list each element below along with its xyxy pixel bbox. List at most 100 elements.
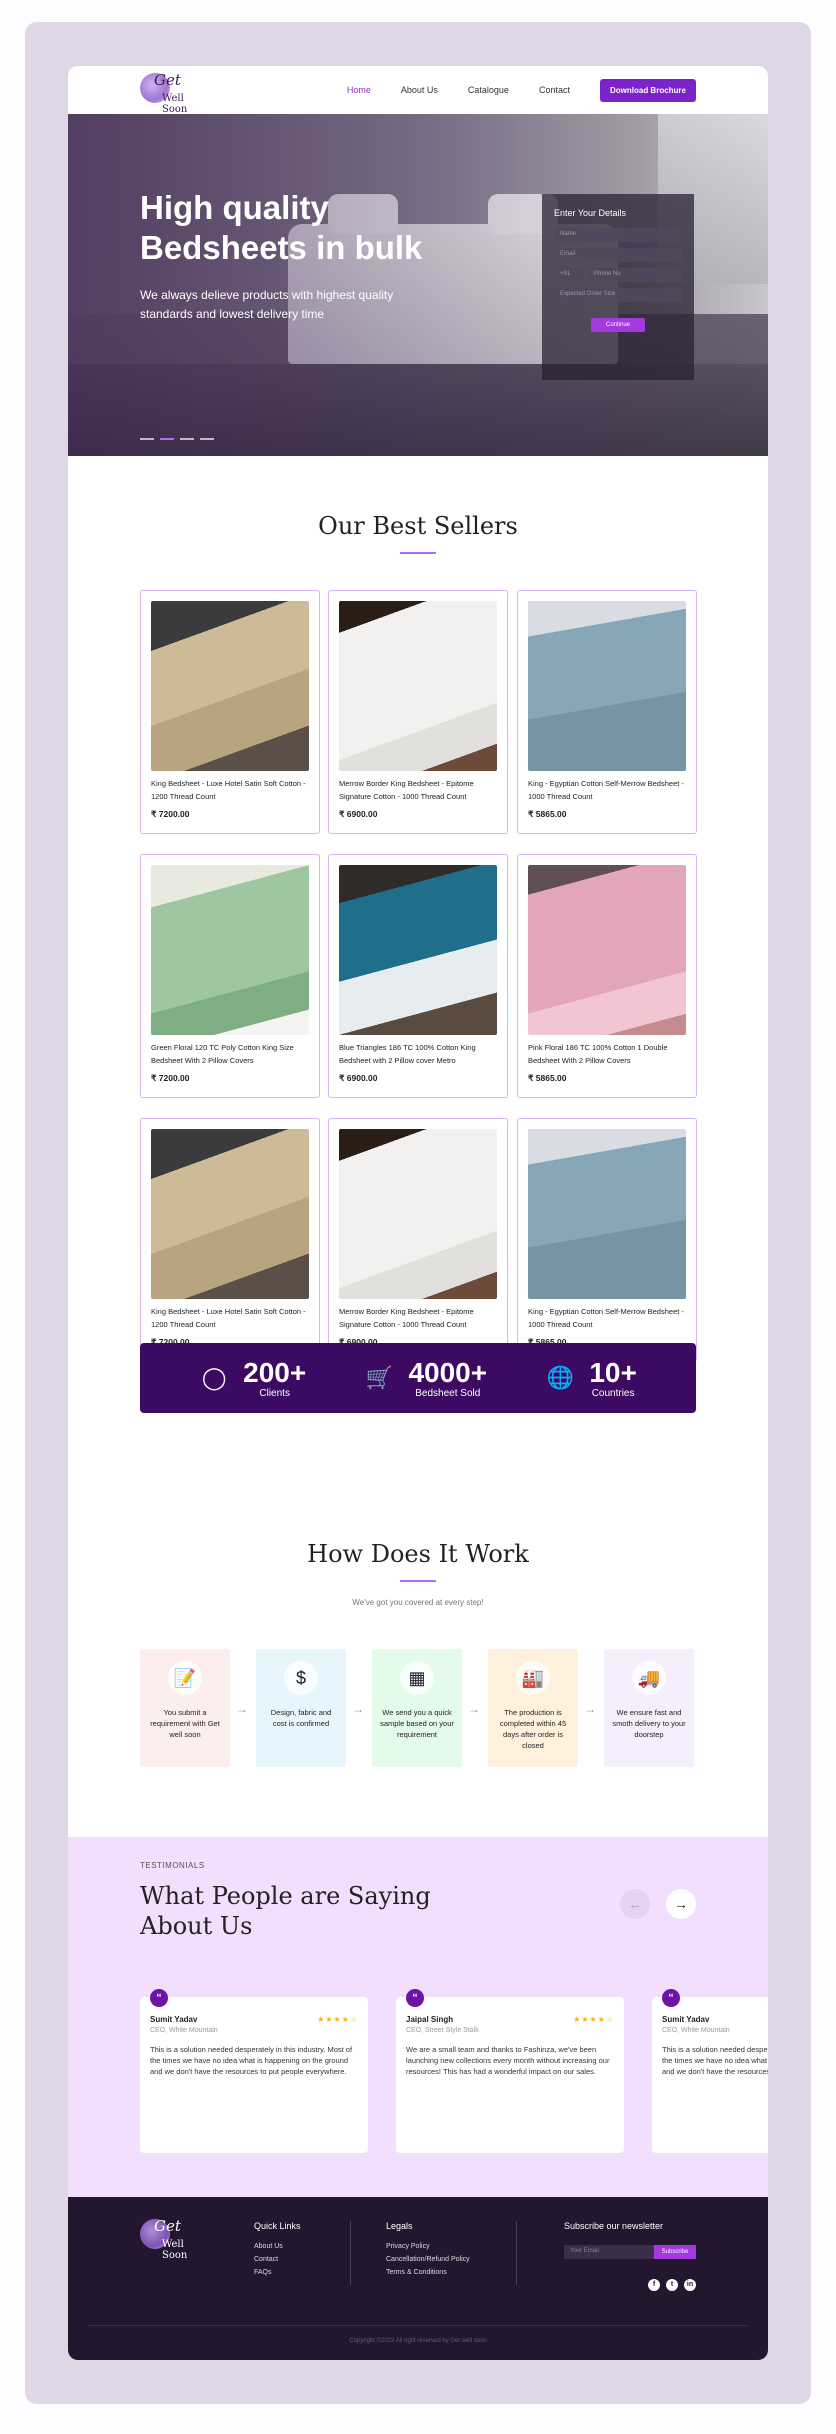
testimonial-text: This is a solution needed desperately in… — [662, 2045, 768, 2076]
product-card[interactable]: Pink Floral 186 TC 100% Cotton 1 Double … — [517, 854, 697, 1098]
product-image[interactable] — [339, 1129, 497, 1299]
arrow-right-icon: → — [352, 1702, 364, 1716]
next-arrow-button[interactable]: → — [666, 1889, 696, 1919]
landing-page: Get Well Soon Home About Us Catalogue Co… — [68, 66, 768, 2360]
reviewer-role: CEO, White Mountain — [662, 2027, 730, 2034]
product-name[interactable]: Green Floral 120 TC Poly Cotton King Siz… — [151, 1041, 309, 1069]
testimonial-card: “Jaipal Singh CEO, Street Style Stalk ★★★★… — [396, 1989, 624, 2153]
nav-menu: Home About Us Catalogue Contact Download… — [347, 78, 696, 102]
footer-logo[interactable]: Get Well Soon — [140, 2217, 210, 2261]
carousel-dot[interactable] — [180, 438, 194, 440]
download-brochure-button[interactable]: Download Brochure — [599, 78, 696, 102]
email-field[interactable]: Email — [554, 248, 682, 262]
product-image[interactable] — [151, 865, 309, 1035]
product-price: ₹ 5865.00 — [528, 809, 567, 819]
nav-item-contact[interactable]: Contact — [539, 85, 570, 95]
subscribe-button[interactable]: Subscribe — [654, 2245, 696, 2259]
hero-subtitle: We always delieve products with highest … — [140, 288, 394, 321]
linkedin-icon[interactable]: in — [684, 2279, 696, 2291]
testimonial-card: “Sumit YadavCEO, White Mountain★★★★☆This… — [140, 1989, 368, 2153]
best-sellers-title: Our Best Sellers — [318, 512, 518, 540]
facebook-icon[interactable]: f — [648, 2279, 660, 2291]
product-card[interactable]: Green Floral 120 TC Poly Cotton King Siz… — [140, 854, 320, 1098]
product-image[interactable] — [151, 601, 309, 771]
product-price: ₹ 5865.00 — [528, 1073, 567, 1083]
prev-arrow-button[interactable]: ← — [620, 1889, 650, 1919]
product-card[interactable]: Blue Triangles 186 TC 100% Cotton King B… — [328, 854, 508, 1098]
newsletter-email-input[interactable]: Your Email — [564, 2245, 654, 2259]
product-card[interactable]: King - Egyptian Cotton Self-Merrow Bedsh… — [517, 590, 697, 834]
carousel-dot-active[interactable] — [160, 438, 174, 440]
stat-clients: ◯ 200+ Clients — [199, 1357, 306, 1399]
quick-links: Quick Links About Us Contact FAQs — [254, 2221, 301, 2282]
quick-links-title: Quick Links — [254, 2221, 301, 2231]
testimonials-label: TESTIMONIALS — [140, 1861, 205, 1870]
step-card: 🏭 The production is completed within 45 d… — [488, 1649, 578, 1767]
footer-link-faqs[interactable]: FAQs — [254, 2269, 301, 2276]
footer-link-terms[interactable]: Terms & Conditions — [386, 2269, 470, 2276]
order-size-field[interactable]: Expected Order Size — [554, 288, 682, 302]
logo-text-1: Get — [154, 2217, 181, 2235]
nav-item-about[interactable]: About Us — [401, 85, 438, 95]
product-card[interactable]: King - Egyptian Cotton Self-Merrow Bedsh… — [517, 1118, 697, 1362]
product-card[interactable]: Merrow Border King Bedsheet - Epitome Si… — [328, 1118, 508, 1362]
user-icon: ◯ — [201, 1365, 227, 1390]
nav-item-catalogue[interactable]: Catalogue — [468, 85, 509, 95]
stat-bedsheets: 🛒 4000+ Bedsheet Sold — [364, 1357, 487, 1399]
carousel-dot[interactable] — [200, 438, 214, 440]
footer-link-about[interactable]: About Us — [254, 2243, 301, 2250]
form-icon: 📝 — [168, 1661, 202, 1695]
step-card: 📝 You submit a requirement with Get well … — [140, 1649, 230, 1767]
product-image[interactable] — [151, 1129, 309, 1299]
testimonial-text: We are a small team and thanks to Fashin… — [406, 2045, 610, 2076]
product-name[interactable]: Merrow Border King Bedsheet - Epitome Si… — [339, 777, 497, 805]
product-image[interactable] — [528, 1129, 686, 1299]
continue-button[interactable]: Continue — [591, 318, 645, 332]
nav-item-home[interactable]: Home — [347, 85, 371, 95]
product-card[interactable]: Merrow Border King Bedsheet - Epitome Si… — [328, 590, 508, 834]
country-code-field[interactable]: +91 — [554, 268, 584, 282]
form-title: Enter Your Details — [554, 208, 627, 218]
product-name[interactable]: King - Egyptian Cotton Self-Merrow Bedsh… — [528, 777, 686, 805]
product-name[interactable]: King Bedsheet - Luxe Hotel Satin Soft Co… — [151, 777, 309, 805]
product-name[interactable]: King - Egyptian Cotton Self-Merrow Bedsh… — [528, 1305, 686, 1333]
product-name[interactable]: Blue Triangles 186 TC 100% Cotton King B… — [339, 1041, 497, 1069]
layers-icon: ▦ — [400, 1661, 434, 1695]
product-image[interactable] — [339, 865, 497, 1035]
testimonial-text: This is a solution needed desperately in… — [150, 2045, 353, 2076]
footer-link-privacy[interactable]: Privacy Policy — [386, 2243, 470, 2250]
stat-label: Bedsheet Sold — [415, 1387, 481, 1399]
title-underline — [400, 1580, 436, 1582]
twitter-icon[interactable]: t — [666, 2279, 678, 2291]
footer: Get Well Soon Quick Links About Us Conta… — [68, 2197, 768, 2360]
reviewer-name: Sumit Yadav — [662, 2015, 710, 2024]
product-image[interactable] — [339, 601, 497, 771]
reviewer-role: CEO, White Mountain — [150, 2027, 218, 2034]
product-price: ₹ 6900.00 — [339, 809, 378, 819]
carousel-dot[interactable] — [140, 438, 154, 440]
step-card: 🚚 We ensure fast and smoth delivery to yo… — [604, 1649, 694, 1767]
testimonials-title: What People are Saying About Us — [140, 1882, 431, 1940]
footer-link-contact[interactable]: Contact — [254, 2256, 301, 2263]
product-card[interactable]: King Bedsheet - Luxe Hotel Satin Soft Co… — [140, 1118, 320, 1362]
product-name[interactable]: Pink Floral 186 TC 100% Cotton 1 Double … — [528, 1041, 686, 1069]
step-text: We ensure fast and smoth delivery to you… — [612, 1708, 686, 1739]
star-rating: ★★★★☆ — [317, 2015, 358, 2024]
name-field[interactable]: Name — [554, 228, 682, 242]
footer-link-refund[interactable]: Cancellation/Refund Policy — [386, 2256, 470, 2263]
product-name[interactable]: King Bedsheet - Luxe Hotel Satin Soft Co… — [151, 1305, 309, 1333]
dollar-icon: $ — [284, 1661, 318, 1695]
product-name[interactable]: Merrow Border King Bedsheet - Epitome Si… — [339, 1305, 497, 1333]
how-it-works-subtitle: We've got you covered at every step! — [352, 1598, 484, 1607]
product-image[interactable] — [528, 865, 686, 1035]
logo[interactable]: Get Well Soon — [140, 71, 210, 115]
phone-field[interactable]: Phone No — [588, 268, 682, 282]
divider — [516, 2221, 517, 2285]
product-card[interactable]: King Bedsheet - Luxe Hotel Satin Soft Co… — [140, 590, 320, 834]
product-image[interactable] — [528, 601, 686, 771]
logo-text-2: Well Soon — [162, 2239, 188, 2261]
title-underline — [400, 552, 436, 554]
factory-icon: 🏭 — [516, 1661, 550, 1695]
logo-text-2: Well Soon — [162, 93, 188, 115]
step-text: You submit a requirement with Get well s… — [150, 1708, 220, 1739]
